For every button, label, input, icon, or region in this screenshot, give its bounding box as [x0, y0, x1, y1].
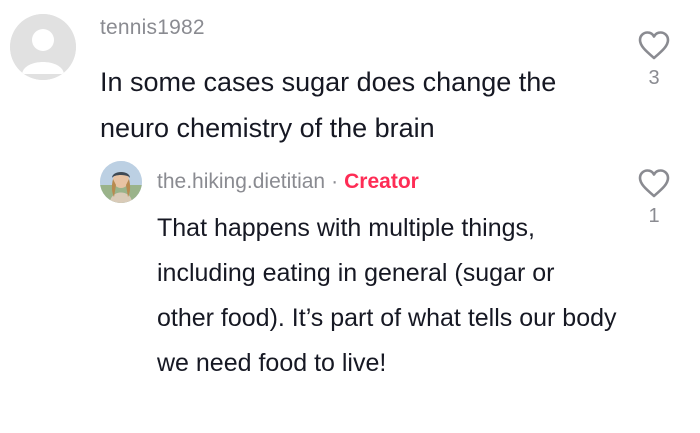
heart-outline-icon[interactable] — [637, 31, 671, 64]
creator-badge: Creator — [344, 170, 419, 193]
heart-outline-icon[interactable] — [637, 169, 671, 202]
reply-header: the.hiking.dietitian · Creator — [157, 170, 419, 194]
comment-like-button[interactable]: 3 — [634, 30, 674, 90]
profile-photo-icon[interactable] — [100, 161, 142, 203]
separator-dot: · — [331, 170, 339, 193]
reply-text: That happens with multiple things, inclu… — [157, 214, 617, 377]
reply-username[interactable]: the.hiking.dietitian — [157, 170, 325, 193]
comment-text: In some cases sugar does change the neur… — [100, 67, 557, 143]
comment-username[interactable]: tennis1982 — [100, 16, 205, 40]
reply-like-button[interactable]: 1 — [634, 168, 674, 228]
reply-like-count: 1 — [648, 205, 660, 227]
comment-like-count: 3 — [648, 67, 660, 89]
default-avatar-icon[interactable] — [10, 14, 76, 80]
